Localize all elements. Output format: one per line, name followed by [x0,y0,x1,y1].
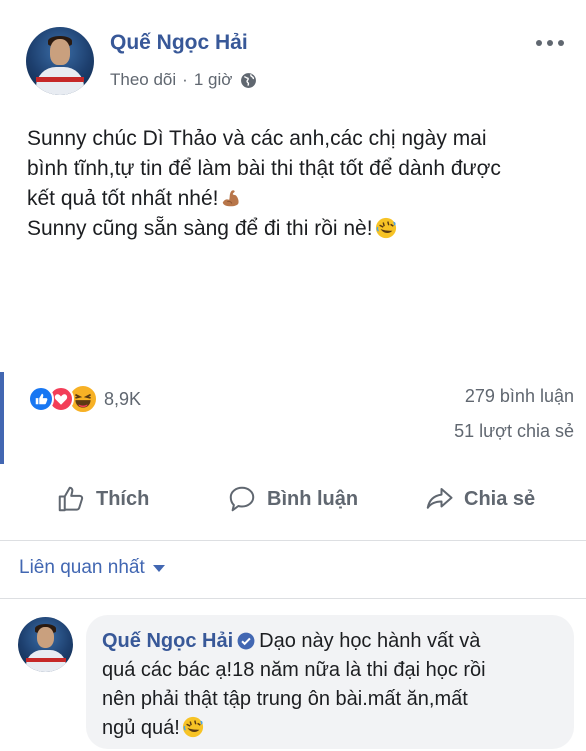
comment-text: Quế Ngọc Hải Dạo này học hành vất và quá… [102,627,560,743]
reaction-count: 8,9K [104,388,142,409]
post-line: bình tĩnh,tự tin để làm bài thi thật tốt… [27,157,501,180]
comment-label: Bình luận [267,487,359,510]
post-line: Sunny cũng sẵn sàng để đi thi rồi nè! [27,214,572,244]
reaction-summary[interactable]: 8,9K [28,384,141,414]
action-bar: Thích Bình luận Chia sẻ [0,476,586,526]
commenter-name[interactable]: Quế Ngọc Hải [102,630,233,652]
comment-sort-dropdown[interactable]: Liên quan nhất [19,557,165,579]
post-time[interactable]: 1 giờ [194,70,233,90]
like-reaction-icon [28,386,54,412]
rolling-laughing-emoji-icon [375,217,396,239]
more-options-icon[interactable] [536,34,570,52]
comment-bubble: Quế Ngọc Hải Dạo này học hành vất và quá… [86,615,574,749]
globe-icon [241,72,257,88]
post-header: Quế Ngọc Hải Theo dõi · 1 giờ [0,0,586,120]
rolling-laughing-emoji-icon [182,716,203,738]
left-accent-bar [0,372,4,464]
section-divider [0,540,586,541]
flexed-biceps-icon [223,190,240,207]
comment-line: Dạo này học hành vất và [259,630,481,652]
author-name[interactable]: Quế Ngọc Hải [110,31,248,55]
section-divider [0,598,586,599]
meta-separator: · [182,70,188,89]
sort-label: Liên quan nhất [19,557,145,578]
comment-line: nên phải thật tập trung ôn bài.mất ăn,mấ… [102,688,468,710]
share-arrow-icon [426,488,453,509]
like-label: Thích [96,487,150,510]
follow-link[interactable]: Theo dõi [110,70,176,90]
comment-button[interactable]: Bình luận [227,484,358,514]
shares-count[interactable]: 51 lượt chia sẻ [454,421,574,442]
post-meta: Theo dõi · 1 giờ [110,70,257,90]
comment-line: ngủ quá! [102,714,560,743]
post-text: Sunny chúc Dì Thảo và các anh,các chị ng… [27,124,572,244]
post-line: Sunny chúc Dì Thảo và các anh,các chị ng… [27,127,487,150]
caret-down-icon [152,564,165,572]
like-button[interactable]: Thích [56,484,149,514]
post-line: kết quả tốt nhất nhé! [27,184,572,214]
share-button[interactable]: Chia sẻ [424,484,535,514]
comment-icon [229,486,255,512]
commenter-avatar[interactable] [18,617,73,672]
thumbs-up-icon [58,486,84,512]
comment-line: quá các bác ạ!18 năm nữa là thi đại học … [102,659,486,681]
comments-count[interactable]: 279 bình luận [465,386,574,407]
share-label: Chia sẻ [464,487,536,510]
verified-badge-icon [237,632,255,650]
author-avatar[interactable] [26,27,94,95]
